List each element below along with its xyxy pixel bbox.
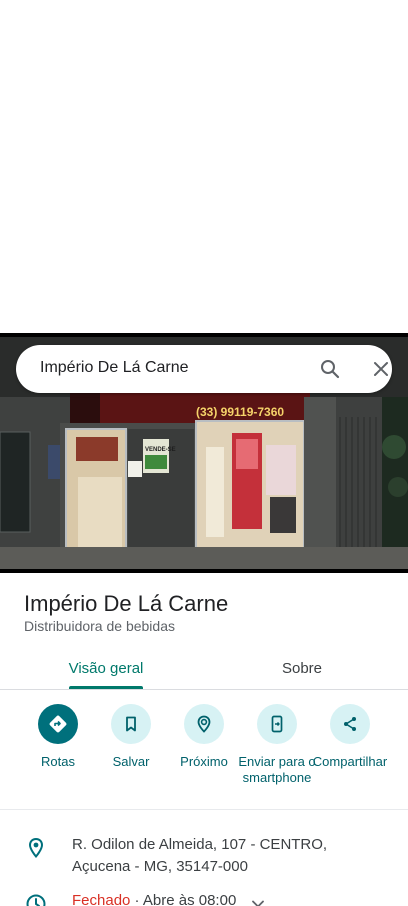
place-title: Império De Lá Carne	[24, 591, 229, 616]
clock-icon	[24, 892, 48, 906]
nearby-button[interactable]: Próximo	[165, 704, 243, 770]
share-button[interactable]: Compartilhar	[311, 704, 389, 770]
tab-selected-indicator	[69, 686, 143, 689]
bookmark-icon	[111, 704, 151, 744]
hours-text: Fechado · Abre às 08:00	[72, 892, 236, 906]
save-button[interactable]: Salvar	[92, 704, 170, 770]
directions-icon	[38, 704, 78, 744]
tab-about[interactable]: Sobre	[250, 646, 354, 690]
directions-button[interactable]: Rotas	[19, 704, 97, 770]
save-label: Salvar	[112, 754, 150, 769]
directions-label: Rotas	[41, 754, 75, 769]
send-to-phone-label: Enviar para o smartphone	[238, 754, 316, 785]
sign-phone-text: (33) 99119-7360	[196, 405, 284, 419]
action-buttons-row: Rotas Salvar Próximo Enviar para o smart…	[0, 700, 408, 810]
hours-separator: ·	[130, 892, 143, 906]
send-to-phone-icon	[257, 704, 297, 744]
search-query-text[interactable]: Império De Lá Carne	[40, 359, 189, 377]
tab-overview[interactable]: Visão geral	[54, 646, 158, 690]
place-category: Distribuidora de bebidas	[24, 618, 175, 634]
share-label: Compartilhar	[312, 754, 388, 769]
share-icon	[330, 704, 370, 744]
tab-bar: Visão geral Sobre	[0, 646, 408, 690]
send-to-phone-button[interactable]: Enviar para o smartphone	[238, 704, 316, 786]
hours-row[interactable]: Fechado · Abre às 08:00	[0, 892, 408, 906]
hours-next-open: Abre às 08:00	[142, 892, 237, 906]
search-icon[interactable]	[318, 357, 342, 381]
blank-map-area	[0, 0, 408, 333]
chevron-down-icon[interactable]	[248, 894, 268, 906]
poster-text: VENDE-SE	[145, 447, 176, 453]
nearby-label: Próximo	[180, 754, 228, 769]
address-text: R. Odilon de Almeida, 107 - CENTRO, Açuc…	[72, 836, 328, 875]
nearby-icon	[184, 704, 224, 744]
location-pin-icon	[24, 836, 48, 860]
close-icon[interactable]	[369, 357, 393, 381]
hours-status: Fechado	[72, 892, 131, 906]
address-row[interactable]: R. Odilon de Almeida, 107 - CENTRO, Açuc…	[0, 834, 408, 880]
search-bar[interactable]: Império De Lá Carne	[16, 345, 392, 393]
